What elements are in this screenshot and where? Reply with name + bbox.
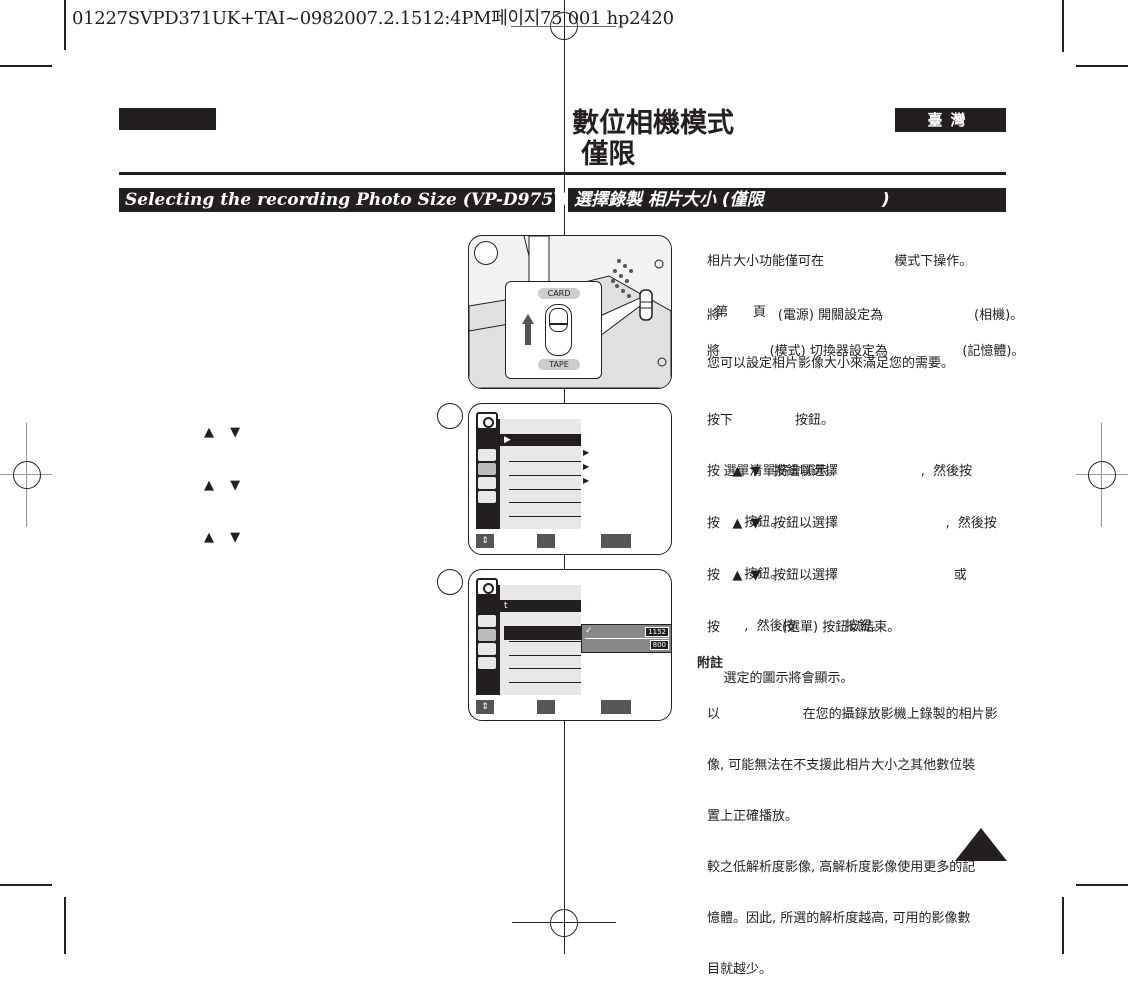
- note-line: 憶體。因此, 所選的解析度越高, 可用的影像數: [707, 911, 971, 926]
- step-1: 將 (電源) 開關設定為 (相機)。: [707, 308, 1024, 323]
- note-line: 置上正確播放。: [707, 809, 799, 824]
- camera-mode-icon: [476, 412, 498, 430]
- menu-panel: ▶: [476, 412, 581, 529]
- registration-mark-bottom: [550, 909, 578, 937]
- move-icon: ⇕: [476, 534, 494, 548]
- section-title-chinese: 選擇錄製 相片大小 (僅限 ): [568, 188, 1006, 212]
- note-line: 以 在您的攝錄放影機上錄製的相片影: [707, 707, 998, 722]
- crop-mark-bl-v: [64, 897, 66, 954]
- crop-mark-tr-v: [1062, 0, 1064, 52]
- step-number-circle: [437, 403, 463, 429]
- submenu-arrows: ▶ ▶ ▶: [583, 446, 589, 488]
- page-title-chinese: 數位相機模式 僅限: [572, 108, 734, 170]
- step-line: 按 (選單) 按鈕以結束。: [707, 620, 901, 635]
- step-number-circle: [437, 569, 463, 595]
- submenu-arrow-icon: ▶: [583, 462, 590, 471]
- step-line: 按 ▲ ▼ 按鈕以選擇 , 然後按: [707, 516, 997, 531]
- menu-selected-row: t: [500, 600, 581, 612]
- mode-switch: [545, 304, 572, 356]
- crop-mark-br-v: [1062, 897, 1064, 954]
- size-badge-1152[interactable]: 1152: [645, 627, 669, 637]
- step-number-circle: [474, 241, 498, 265]
- language-tab-english: [119, 108, 216, 130]
- menu-screen-illustration-1: ▶ ▶ ▶ ▶ ⇕: [468, 403, 672, 555]
- crop-mark-tl-h: [0, 65, 52, 67]
- header-rule: [119, 172, 1006, 175]
- crop-mark-bl-h: [0, 884, 52, 886]
- memory-icon: [478, 463, 496, 475]
- switch-callout-box: CARD TAPE: [505, 281, 602, 379]
- note-heading: 附註: [697, 656, 724, 671]
- menu-header: [500, 585, 581, 600]
- note-line: 像, 可能無法在不支援此相片大小之其他數位裝: [707, 758, 976, 773]
- step-line: 按下 按鈕。: [707, 413, 834, 428]
- crop-mark-br-h: [1076, 884, 1128, 886]
- menu-divider: [509, 641, 581, 642]
- up-down-arrows-icon: ▲ ▼: [204, 478, 247, 493]
- check-icon: ✓: [585, 626, 593, 636]
- card-label: CARD: [538, 288, 580, 299]
- photo-size-submenu: ✓ 1152 800: [581, 624, 671, 653]
- title-line-2: 僅限: [572, 139, 636, 170]
- submenu-arrow-icon: ▶: [583, 448, 590, 457]
- page-up-triangle-icon: [955, 828, 1007, 861]
- menu-divider: [509, 682, 581, 683]
- ok-button-icon: [537, 700, 555, 714]
- intro-text: 相片大小功能僅可在 模式下操作。 第 頁 您可以設定相片影像大小來滿足您的需要。: [707, 219, 972, 389]
- camcorder-switch-illustration: CARD TAPE: [468, 235, 672, 389]
- exit-button-icon: [601, 534, 631, 548]
- menu-divider: [509, 489, 581, 490]
- camera-mode-icon: [476, 578, 498, 596]
- menu-panel: t: [476, 578, 581, 695]
- switch-knob: [549, 308, 568, 332]
- menu-header: [500, 419, 581, 434]
- submenu-divider: [585, 638, 669, 639]
- note-line: 目就越少。: [707, 962, 773, 977]
- camera-settings-icon: [478, 449, 496, 461]
- registration-mark-right: [1088, 461, 1116, 489]
- step-line: 按 ▲ ▼ 按鈕以選擇 , 然後按: [707, 464, 973, 479]
- menu-list: [500, 446, 581, 529]
- submenu-arrow-icon: ▶: [583, 476, 590, 485]
- menu-divider: [509, 655, 581, 656]
- up-down-arrows-icon: ▲ ▼: [204, 425, 247, 440]
- step-2: 將 (模式) 切換器設定為 (記憶體)。: [707, 344, 1025, 359]
- title-line-1: 數位相機模式: [572, 108, 734, 139]
- menu-screen-illustration-2: t ✓ 1152 800 ⇕: [468, 569, 672, 721]
- menu-divider: [509, 668, 581, 669]
- menu-selected-row: ▶: [500, 434, 581, 446]
- up-down-arrows-icon: ▲ ▼: [204, 530, 247, 545]
- section-title-english: Selecting the recording Photo Size (VP-D…: [119, 188, 649, 212]
- switch-knob-line: [549, 323, 568, 325]
- crop-mark-tr-h: [1076, 65, 1128, 67]
- arrow-up-shaft: [525, 323, 531, 345]
- note-line: 較之低解析度影像, 高解析度影像使用更多的記: [707, 860, 976, 875]
- display-icon: [478, 477, 496, 489]
- menu-divider: [509, 502, 581, 503]
- size-badge-800[interactable]: 800: [649, 640, 669, 650]
- ok-button-icon: [537, 534, 555, 548]
- camera-settings-icon: [478, 615, 496, 627]
- memory-icon: [478, 629, 496, 641]
- intro-line: 相片大小功能僅可在 模式下操作。: [707, 254, 973, 269]
- language-tab-taiwan: 臺灣: [895, 108, 1006, 132]
- move-icon: ⇕: [476, 700, 494, 714]
- crop-mark-tl-v: [64, 0, 66, 50]
- display-icon: [478, 643, 496, 655]
- menu-divider: [509, 516, 581, 517]
- system-settings-icon: [478, 491, 496, 503]
- exit-button-icon: [601, 700, 631, 714]
- system-settings-icon: [478, 657, 496, 669]
- menu-list: [500, 612, 581, 695]
- step-line: 按 ▲ ▼ 按鈕以選擇 或: [707, 568, 967, 583]
- menu-divider: [509, 461, 581, 462]
- menu-divider: [509, 475, 581, 476]
- menu-highlight-photo-size: [504, 626, 581, 640]
- tape-label: TAPE: [538, 359, 580, 370]
- registration-mark-left: [13, 461, 41, 489]
